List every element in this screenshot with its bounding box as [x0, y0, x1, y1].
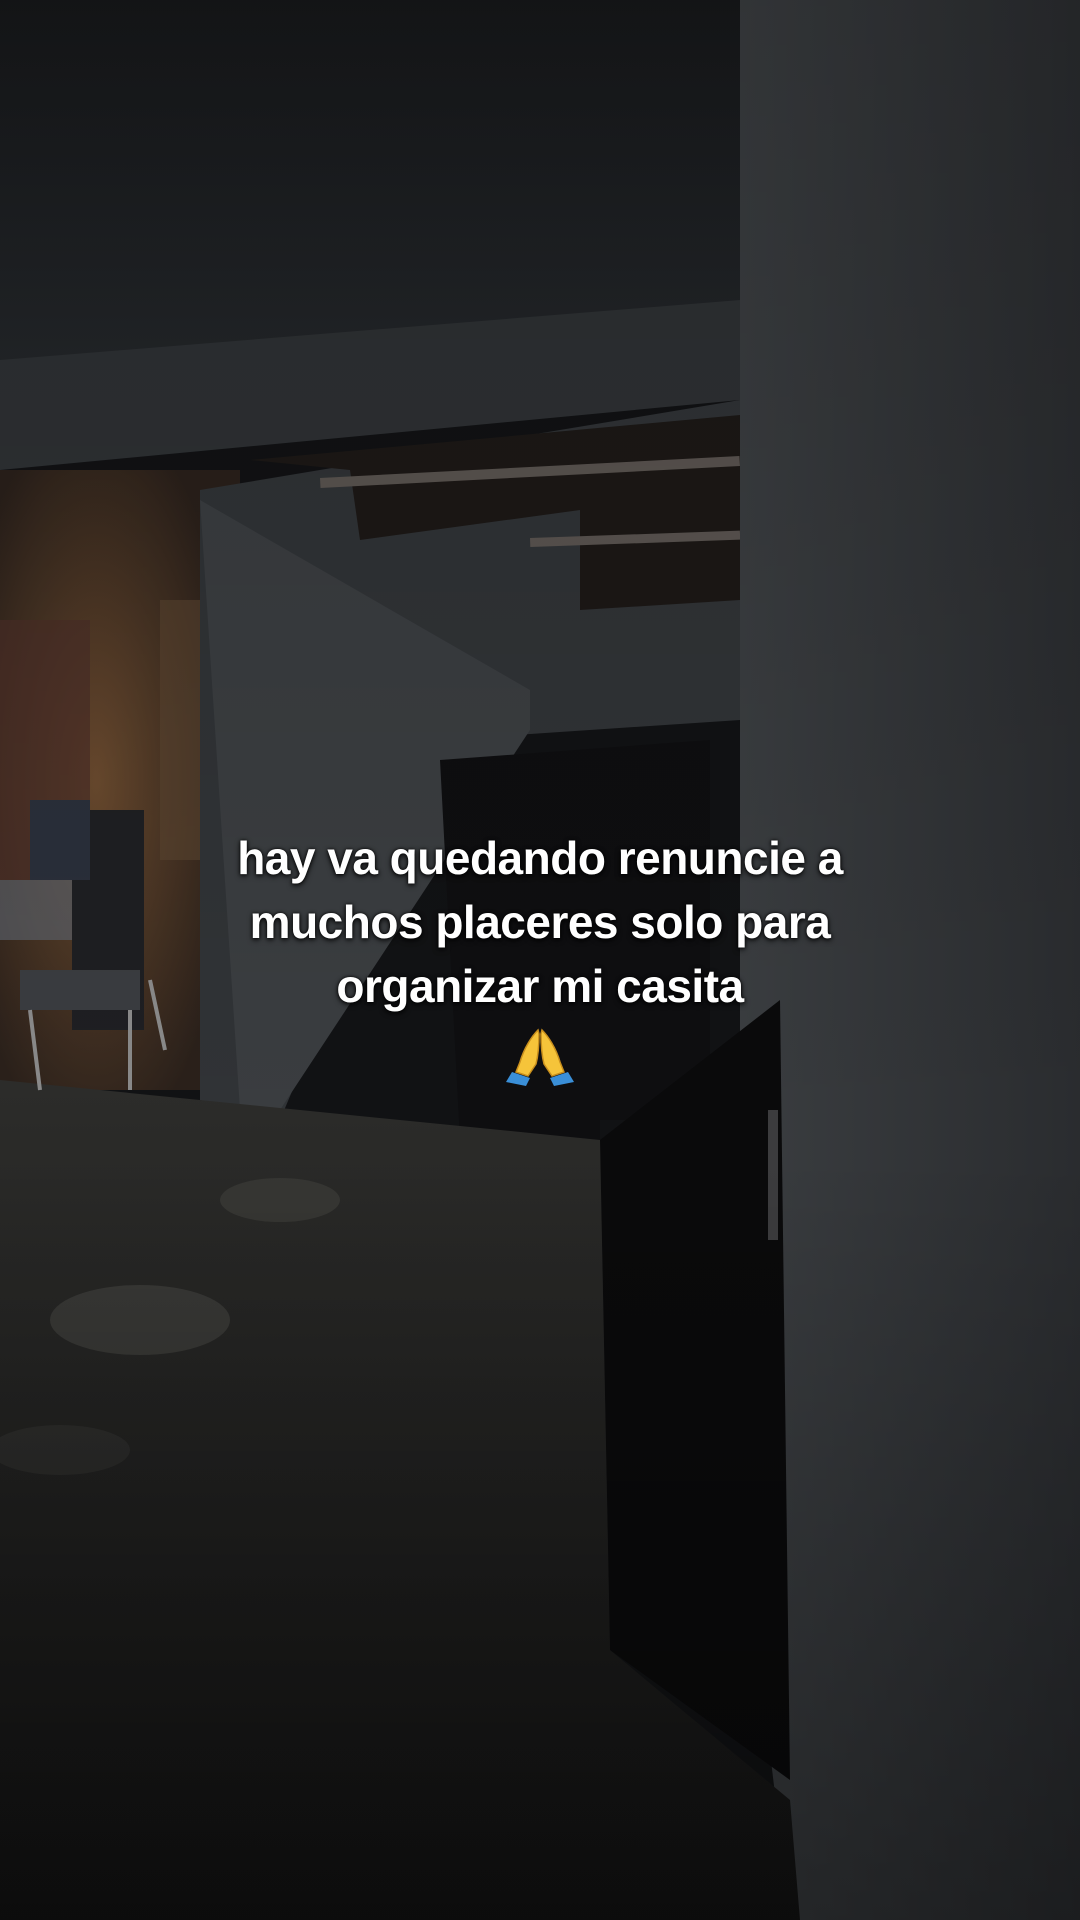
caption-line: hay va quedando renuncie a [237, 832, 843, 884]
caption-line: organizar mi casita [336, 960, 744, 1012]
caption-text: hay va quedando renuncie a muchos placer… [140, 826, 940, 1018]
caption-line: muchos placeres solo para [249, 896, 831, 948]
folded-hands-icon [506, 1026, 574, 1086]
